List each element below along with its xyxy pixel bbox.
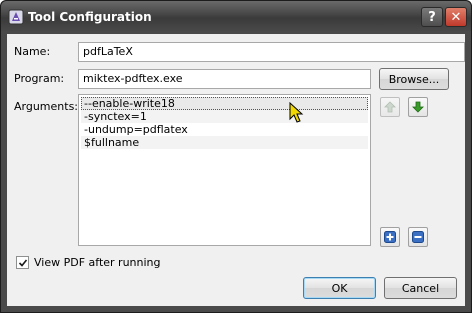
dialog-body: Name: pdfLaTeX Program: miktex-pdftex.ex… [7,34,465,306]
argument-text: -synctex=1 [84,110,147,123]
view-pdf-checkbox[interactable] [16,256,29,269]
help-button[interactable]: ? [421,7,443,27]
argument-text: $fullname [84,136,140,149]
ok-button[interactable]: OK [303,277,376,299]
add-argument-button[interactable] [380,227,400,247]
move-up-button[interactable] [380,97,400,117]
list-item[interactable]: --enable-write18 [81,97,368,110]
help-icon: ? [428,9,436,25]
close-icon: ✕ [450,9,462,25]
minus-icon [412,231,424,243]
program-label: Program: [14,72,65,85]
argument-text: --enable-write18 [84,97,175,110]
window-title: Tool Configuration [28,10,152,24]
arrow-up-icon [384,101,396,113]
argument-text: -undump=pdflatex [84,123,188,136]
program-input[interactable]: miktex-pdftex.exe [78,69,371,89]
title-bar[interactable]: Tool Configuration ? ✕ [1,1,471,32]
name-input[interactable]: pdfLaTeX [78,42,465,62]
close-button[interactable]: ✕ [445,7,467,27]
arrow-down-icon [412,101,424,113]
list-item[interactable]: -undump=pdflatex [81,123,368,136]
list-item[interactable]: -synctex=1 [81,110,368,123]
tool-configuration-dialog: Tool Configuration ? ✕ Name: pdfLaTeX Pr… [0,0,472,313]
list-item[interactable]: $fullname [81,136,368,149]
name-label: Name: [14,45,51,58]
move-down-button[interactable] [408,97,428,117]
view-pdf-label[interactable]: View PDF after running [34,256,161,269]
cancel-button-label: Cancel [401,281,440,295]
remove-argument-button[interactable] [408,227,428,247]
arguments-list[interactable]: --enable-write18 -synctex=1 -undump=pdfl… [78,94,371,246]
app-icon [8,9,24,25]
cancel-button[interactable]: Cancel [384,277,457,299]
arguments-label: Arguments: [14,100,79,113]
mouse-cursor-icon [289,102,304,123]
browse-button[interactable]: Browse... [379,68,449,90]
plus-icon [384,231,396,243]
ok-button-label: OK [331,281,348,295]
checkmark-icon [18,258,27,267]
browse-button-label: Browse... [388,72,440,86]
